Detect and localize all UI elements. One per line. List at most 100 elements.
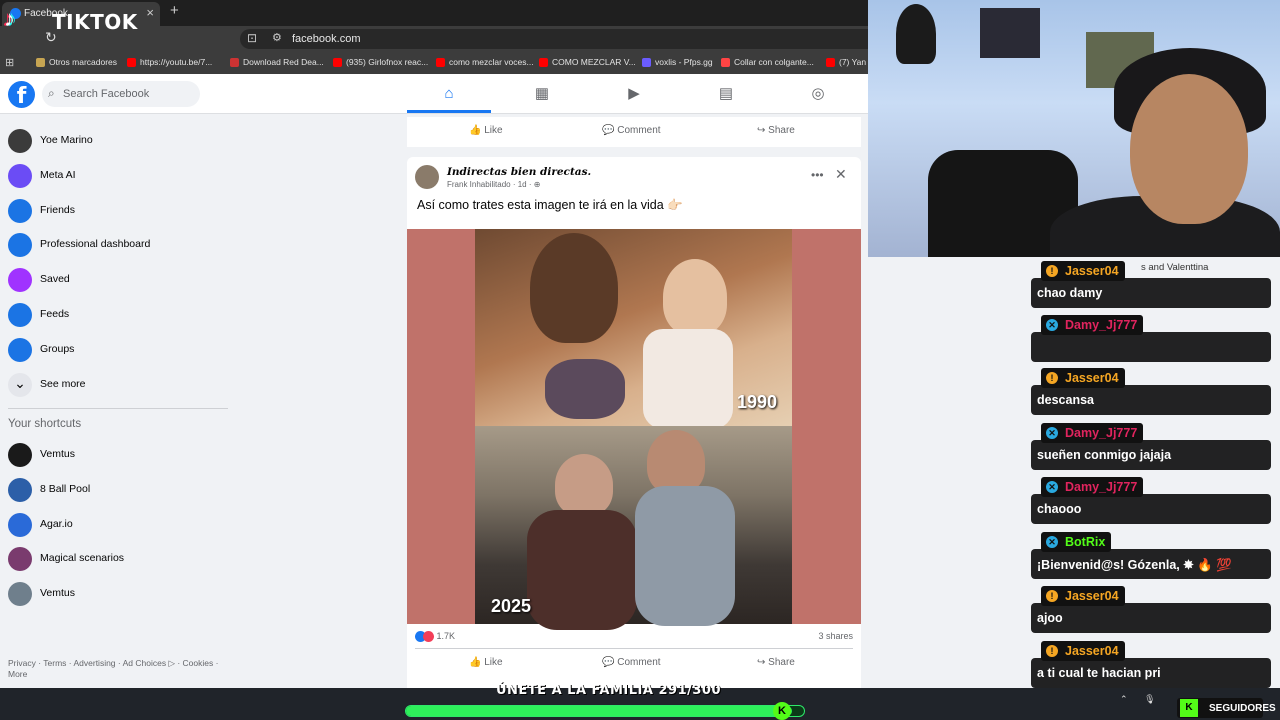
microphone-icon[interactable]: 🎙 <box>1144 694 1155 704</box>
nav-tab-gaming[interactable]: ◎ <box>776 74 860 113</box>
reaction-summary[interactable]: 1.7K <box>415 631 455 643</box>
chat-badge-icon: ! <box>1046 590 1058 602</box>
younger-shirt <box>635 486 735 626</box>
bookmark-item[interactable]: (935) Girlofnox reac... <box>333 57 428 67</box>
chat-username[interactable]: ! Jasser04 <box>1041 586 1125 606</box>
chat-username[interactable]: ✕ Damy_Jj777 <box>1041 423 1144 443</box>
sidebar-item[interactable]: Professional dashboard <box>8 230 228 260</box>
webcam-feed <box>868 0 1280 257</box>
chat-badge-icon: ! <box>1046 645 1058 657</box>
bookmark-icon[interactable]: ⊡ <box>247 31 257 45</box>
sidebar-item[interactable]: Magical scenarios <box>8 544 228 574</box>
share-button[interactable]: ↪ Share <box>757 657 795 668</box>
avatar[interactable] <box>415 165 439 189</box>
facebook-logo-icon[interactable]: f <box>8 81 35 108</box>
new-tab-icon[interactable]: + <box>170 2 179 19</box>
sidebar-item[interactable]: 8 Ball Pool <box>8 475 228 505</box>
younger-figure <box>647 430 705 494</box>
post-author[interactable]: Indirectas bien directas. <box>447 166 591 178</box>
elder-figure <box>555 454 613 516</box>
sidebar-item-icon <box>8 477 32 502</box>
home-icon: ⌂ <box>444 85 454 102</box>
gaming-icon: ◎ <box>811 85 825 102</box>
chat-username[interactable]: ! Jasser04 <box>1041 641 1125 661</box>
chat-message-text <box>1031 332 1271 362</box>
chat-username[interactable]: ✕ Damy_Jj777 <box>1041 477 1144 497</box>
sidebar-item-icon <box>8 198 32 223</box>
sidebar-item[interactable]: Feeds <box>8 300 228 330</box>
bookmark-item[interactable]: Download Red Dea... <box>230 57 324 67</box>
sidebar-item-label: 8 Ball Pool <box>40 482 91 495</box>
search-input[interactable]: ⌕ Search Facebook <box>42 81 200 107</box>
sidebar-item-icon <box>8 163 32 188</box>
sidebar-item[interactable]: ⌄ See more <box>8 370 228 400</box>
chest-tattoo <box>545 359 625 419</box>
sidebar-item[interactable]: Yoe Marino <box>8 126 228 156</box>
bookmark-label: COMO MEZCLAR V... <box>552 57 636 67</box>
more-options-icon[interactable]: ••• <box>811 168 824 182</box>
bookmark-label: (7) Yan Bl <box>839 57 868 67</box>
chat-username-label: Damy_Jj777 <box>1065 318 1138 332</box>
nav-tab-home[interactable]: ⌂ <box>407 74 491 113</box>
comment-button[interactable]: 💬 Comment <box>602 125 661 136</box>
bookmark-favicon-icon <box>230 57 239 67</box>
kick-logo-icon: K <box>1180 699 1198 717</box>
news-feed: 👍 Like 💬 Comment ↪ Share Indirectas bien… <box>407 114 861 688</box>
nav-tab-dashboard[interactable]: ▦ <box>500 74 584 113</box>
sidebar-item[interactable]: Vemtus <box>8 440 228 470</box>
sidebar-item[interactable]: Vemtus <box>8 579 228 609</box>
footer-links[interactable]: Privacy · Terms · Advertising · Ad Choic… <box>8 658 228 680</box>
bookmarks-bar: ⊞ Otros marcadores https://youtu.be/7... D… <box>0 52 868 74</box>
comment-button[interactable]: 💬 Comment <box>602 657 661 668</box>
bookmark-label: (935) Girlofnox reac... <box>346 57 429 67</box>
chat-message: ✕ Damy_Jj777 <box>1031 315 1271 363</box>
elder-shirt <box>527 510 637 630</box>
bookmark-item[interactable]: voxlis - Pfps.gg <box>642 57 713 67</box>
post-card: Indirectas bien directas. Frank Inhabili… <box>407 157 861 688</box>
close-tab-icon[interactable]: × <box>146 5 154 20</box>
chat-badge-icon: ✕ <box>1046 427 1058 439</box>
child-figure <box>663 259 727 335</box>
share-button[interactable]: ↪ Share <box>757 125 795 136</box>
sidebar-item[interactable]: Groups <box>8 335 228 365</box>
bookmark-item[interactable]: Collar con colgante... <box>721 57 814 67</box>
sidebar-item[interactable]: Meta AI <box>8 161 228 191</box>
chat-username[interactable]: ✕ Damy_Jj777 <box>1041 315 1144 335</box>
post-actions: 👍 Like 💬 Comment ↪ Share <box>407 649 861 679</box>
chevron-up-icon[interactable]: ⌃ <box>1120 694 1128 704</box>
bookmark-item[interactable]: COMO MEZCLAR V... <box>539 57 636 67</box>
nav-tab-marketplace[interactable]: ▤ <box>684 74 768 113</box>
chat-username[interactable]: ✕ BotRix <box>1041 532 1112 552</box>
sidebar-item-icon <box>8 268 32 293</box>
close-icon[interactable]: ✕ <box>835 166 847 183</box>
chat-badge-icon: ! <box>1046 265 1058 277</box>
tiktok-logo-icon: ♪ <box>4 6 15 31</box>
like-label: Like <box>484 125 503 136</box>
sidebar-item[interactable]: Agar.io <box>8 510 228 540</box>
chat-username[interactable]: ! Jasser04 <box>1041 261 1125 281</box>
bookmark-item[interactable]: como mezclar voces... <box>436 57 534 67</box>
share-count[interactable]: 3 shares <box>818 631 853 641</box>
comment-label: Comment <box>617 657 661 668</box>
follow-label: SEGUIDORES <box>1209 703 1276 714</box>
post-image[interactable]: 1990 2025 <box>407 229 861 630</box>
bookmark-item[interactable]: https://youtu.be/7... <box>127 57 212 67</box>
webcam-person-face <box>1130 74 1248 224</box>
search-placeholder: Search Facebook <box>63 88 150 100</box>
site-info-icon[interactable]: ⚙ <box>272 31 282 44</box>
like-button[interactable]: 👍 Like <box>469 657 503 668</box>
sidebar-item[interactable]: Friends <box>8 196 228 226</box>
sidebar-item-label: Vemtus <box>40 587 76 600</box>
chat-message-text: a ti cual te hacian pri <box>1031 658 1271 688</box>
chat-username[interactable]: ! Jasser04 <box>1041 368 1125 388</box>
tiktok-label: TIKTOK <box>52 10 138 34</box>
bookmark-item[interactable]: (7) Yan Bl <box>826 57 868 67</box>
address-bar[interactable]: ⊡ ⚙ facebook.com <box>240 29 868 49</box>
bookmark-item[interactable]: Otros marcadores <box>36 57 117 67</box>
bookmark-favicon-icon <box>333 57 342 67</box>
nav-tab-video[interactable]: ▶ <box>592 74 676 113</box>
apps-grid-icon[interactable]: ⊞ <box>5 56 14 69</box>
like-button[interactable]: 👍 Like <box>469 125 503 136</box>
sidebar-item[interactable]: Saved <box>8 265 228 295</box>
sidebar-item-icon <box>8 443 32 467</box>
